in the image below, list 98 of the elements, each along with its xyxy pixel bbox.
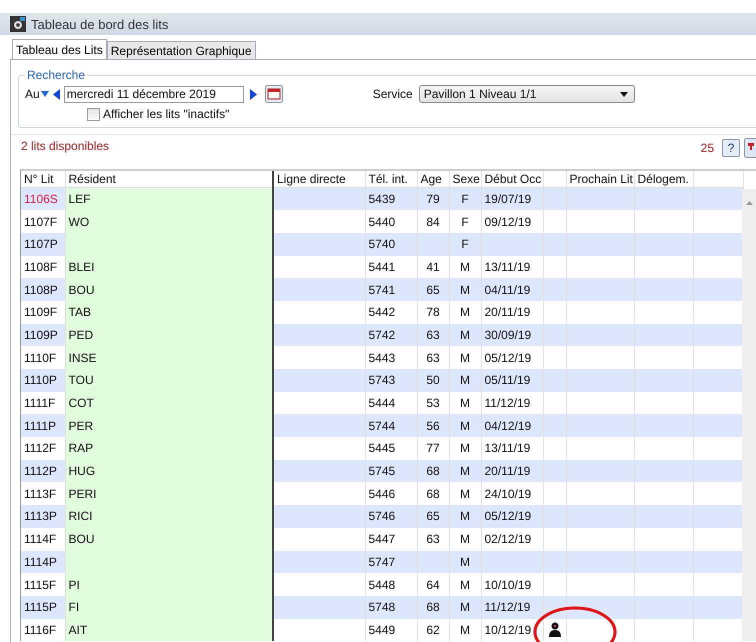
- table-cell: 5742: [365, 324, 417, 346]
- table-cell: 1112F: [21, 437, 65, 460]
- availability-text: 2 lits disponibles: [21, 139, 110, 153]
- table-cell: 1111P: [21, 414, 65, 438]
- service-dropdown[interactable]: Pavillon 1 Niveau 1/1: [418, 85, 635, 103]
- table-cell: FI: [65, 596, 273, 619]
- window-title: Tableau de bord des lits: [31, 16, 168, 32]
- table-cell: 1108P: [21, 278, 65, 301]
- help-button[interactable]: ?: [722, 139, 740, 157]
- table-cell: 05/12/19: [481, 505, 543, 528]
- table-cell: PERI: [65, 482, 273, 506]
- table-cell: 5741: [365, 278, 417, 301]
- table-cell: 1115P: [21, 596, 65, 619]
- table-cell: PED: [65, 324, 273, 346]
- previous-arrow-icon[interactable]: [52, 88, 60, 100]
- table-cell: 30/09/19: [481, 324, 543, 346]
- table-cell: 1109F: [21, 300, 65, 324]
- tab[interactable]: Tableau des Lits: [12, 39, 107, 59]
- table-cell: 5744: [365, 414, 417, 438]
- table-cell: AIT: [65, 618, 273, 642]
- table-cell: INSE: [65, 346, 273, 369]
- table-cell: COT: [65, 392, 273, 414]
- table-cell: 68: [417, 596, 449, 619]
- table-cell: 5748: [365, 596, 417, 619]
- table-cell: 04/12/19: [481, 414, 543, 438]
- table-cell: LEF: [65, 188, 273, 210]
- table-cell: 10/12/19: [481, 618, 543, 642]
- table-cell: WO: [65, 210, 273, 233]
- table-cell: TOU: [65, 369, 273, 392]
- table-cell: RICI: [65, 505, 273, 528]
- table-cell: F: [449, 232, 481, 256]
- table-cell: 1110P: [21, 369, 65, 392]
- checkbox[interactable]: [87, 108, 100, 120]
- table-cell: 1107P: [21, 232, 65, 256]
- table-cell: M: [449, 324, 481, 346]
- table-cell: 5449: [365, 618, 417, 642]
- table-cell: M: [449, 618, 481, 642]
- table-cell: 5439: [365, 188, 417, 210]
- table-cell: 20/11/19: [481, 460, 543, 482]
- table-cell: 65: [417, 505, 449, 528]
- table-cell: F: [449, 188, 481, 210]
- table-cell: 56: [417, 414, 449, 438]
- table-cell: 1114P: [21, 550, 65, 574]
- table-cell: 1111F: [21, 392, 65, 414]
- table-cell: HUG: [65, 460, 273, 482]
- scrollbar[interactable]: [742, 189, 756, 641]
- mode-label: Au: [25, 87, 40, 101]
- table-cell: 5745: [365, 460, 417, 482]
- table-cell: 1109P: [21, 324, 65, 346]
- table-cell: BLEI: [65, 256, 273, 278]
- count-text: 25: [700, 141, 714, 155]
- table-cell: M: [449, 414, 481, 438]
- table-cell: 5743: [365, 369, 417, 392]
- table-cell: M: [449, 460, 481, 482]
- table-cell: 5740: [365, 232, 417, 256]
- table-cell: 1116F: [21, 618, 65, 642]
- table-cell: 1113P: [21, 505, 65, 528]
- table-cell: 5747: [365, 550, 417, 574]
- table-cell: PI: [65, 573, 273, 596]
- table-cell: 1110F: [21, 346, 65, 369]
- calendar-icon[interactable]: [264, 85, 283, 103]
- table-cell: 1107F: [21, 210, 65, 233]
- table-cell: BOU: [65, 278, 273, 301]
- table-cell: 62: [417, 618, 449, 642]
- table-cell: 68: [417, 460, 449, 482]
- table-cell: 65: [417, 278, 449, 301]
- table-cell: 19/07/19: [481, 188, 543, 210]
- table-cell: 05/11/19: [481, 369, 543, 392]
- table-cell: 5746: [365, 505, 417, 528]
- table-cell: 63: [417, 324, 449, 346]
- table-cell: 04/11/19: [481, 278, 543, 301]
- table-cell: TAB: [65, 300, 273, 324]
- date-field[interactable]: mercredi 11 décembre 2019: [64, 86, 244, 102]
- table-cell: 1114F: [21, 528, 65, 550]
- next-arrow-icon[interactable]: [250, 88, 257, 100]
- table-cell: 79: [417, 188, 449, 210]
- table-cell: M: [449, 505, 481, 528]
- table-cell: 1113F: [21, 482, 65, 506]
- table-cell: 1106S: [21, 188, 65, 210]
- table-cell: 50: [417, 369, 449, 392]
- table-cell: 1115F: [21, 573, 65, 596]
- table-cell: M: [449, 369, 481, 392]
- table-cell: M: [449, 596, 481, 619]
- table-cell: 11/12/19: [481, 596, 543, 619]
- table-cell: BOU: [65, 528, 273, 550]
- app-icon: [10, 16, 26, 32]
- tab[interactable]: Représentation Graphique: [106, 41, 256, 59]
- table-cell: PER: [65, 414, 273, 438]
- table-cell: 1108F: [21, 256, 65, 278]
- table-cell: 1112P: [21, 460, 65, 482]
- wrench-icon[interactable]: [744, 138, 756, 158]
- table-cell: M: [449, 550, 481, 574]
- table-cell: RAP: [65, 437, 273, 460]
- dropdown-arrow-icon[interactable]: [620, 92, 628, 96]
- table-cell: M: [449, 278, 481, 301]
- service-label: Service: [372, 87, 413, 101]
- checkbox-label: Afficher les lits "inactifs": [103, 107, 230, 121]
- group-legend: Recherche: [25, 68, 88, 82]
